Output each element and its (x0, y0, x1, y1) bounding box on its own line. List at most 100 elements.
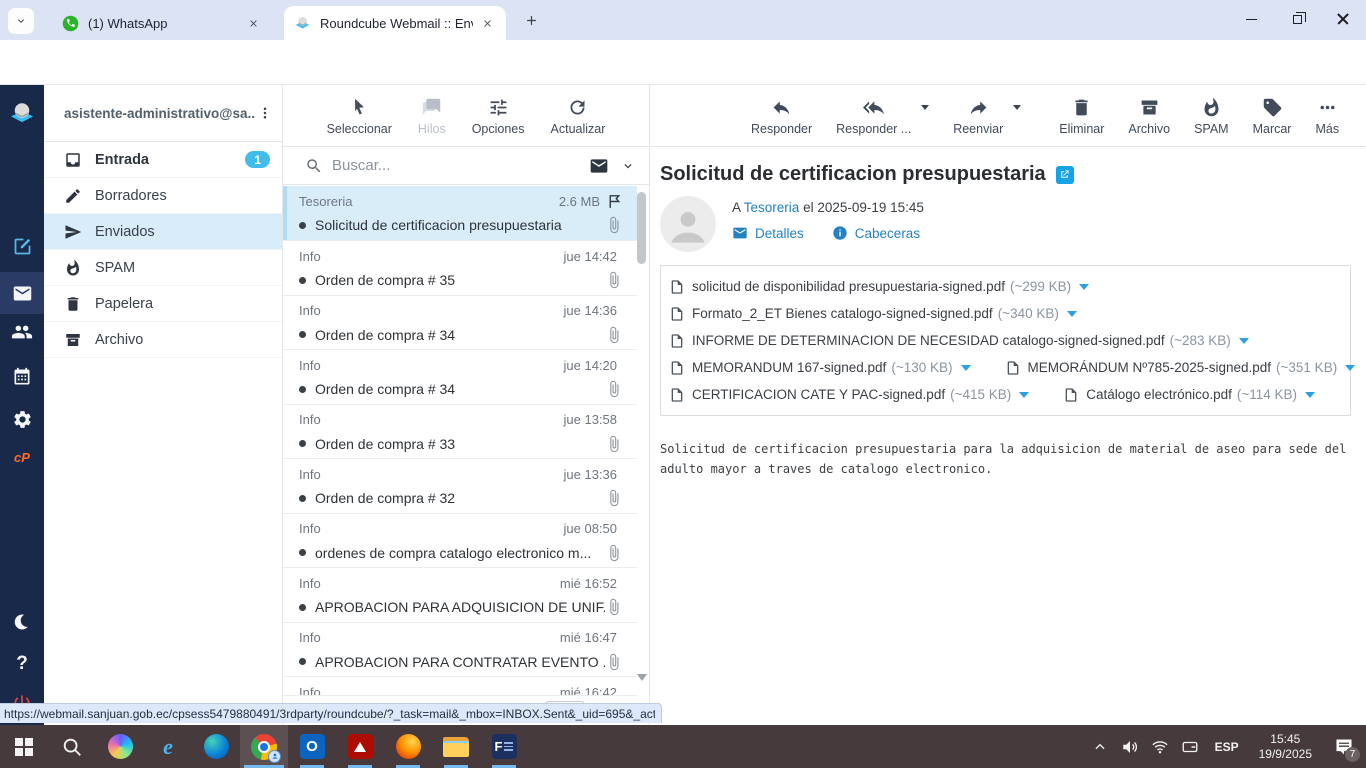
rail-contacts-button[interactable] (0, 311, 44, 353)
message-subject: Solicitud de certificacion presupuestari… (315, 217, 562, 233)
sidebar-item-inbox[interactable]: Entrada 1 (44, 142, 282, 178)
notification-center-button[interactable]: 7 (1322, 725, 1366, 768)
unread-dot (299, 385, 306, 393)
rail-mail-button[interactable] (0, 272, 44, 314)
tab-close-icon[interactable] (479, 15, 496, 32)
attachment-item[interactable]: CERTIFICACION CATE Y PAC-signed.pdf (~41… (669, 387, 1030, 403)
account-menu-icon[interactable] (256, 104, 274, 122)
scrollbar-down-arrow[interactable] (637, 674, 647, 681)
clock[interactable]: 15:45 19/9/2025 (1249, 732, 1322, 762)
folder-label: SPAM (95, 259, 136, 276)
rail-darkmode-button[interactable] (0, 601, 44, 643)
rail-cpanel-button[interactable]: cP (0, 436, 44, 478)
attachment-item[interactable]: INFORME DE DETERMINACION DE NECESIDAD ca… (669, 333, 1249, 349)
rail-settings-button[interactable] (0, 398, 44, 440)
search-input[interactable]: Buscar... (332, 157, 589, 174)
message-list-item[interactable]: Info jue 08:50 ordenes de compra catalog… (283, 514, 637, 568)
flag-icon[interactable] (606, 193, 623, 210)
tab-close-icon[interactable] (245, 15, 262, 32)
archive-button[interactable]: Archivo (1128, 97, 1170, 136)
taskbar-acrobat-button[interactable] (336, 725, 384, 768)
open-in-new-window-button[interactable] (1055, 165, 1074, 184)
window-restore-button[interactable] (1274, 0, 1320, 38)
sidebar-item-trash[interactable]: Papelera (44, 286, 282, 322)
list-scrollbar[interactable] (637, 186, 647, 695)
forward-button[interactable]: Reenviar (953, 97, 1003, 136)
taskbar-copilot-button[interactable] (96, 725, 144, 768)
windows-logo-icon (15, 737, 33, 756)
reply-button[interactable]: Responder (751, 97, 812, 136)
search-options-chevron-icon[interactable] (621, 159, 635, 173)
message-list-item[interactable]: Info jue 13:58 Orden de compra # 33 (283, 405, 637, 459)
tab-whatsapp[interactable]: (1) WhatsApp (52, 6, 272, 40)
display-cast-icon[interactable] (1175, 725, 1205, 768)
refresh-button[interactable]: Actualizar (551, 97, 605, 136)
taskbar-ie-button[interactable]: e (144, 725, 192, 768)
headers-link[interactable]: Cabeceras (855, 226, 920, 241)
details-link[interactable]: Detalles (755, 226, 804, 241)
contacts-icon (11, 325, 33, 339)
new-tab-button[interactable] (521, 10, 542, 31)
sidebar-item-archive[interactable]: Archivo (44, 322, 282, 358)
taskbar-outlook-button[interactable]: O (288, 725, 336, 768)
attachment-menu-icon[interactable] (1019, 391, 1030, 398)
message-list-item[interactable]: Info jue 14:36 Orden de compra # 34 (283, 296, 637, 350)
attachment-menu-icon[interactable] (1238, 337, 1249, 344)
message-list-item[interactable]: Info mié 16:42 (283, 677, 637, 696)
rail-calendar-button[interactable] (0, 356, 44, 398)
rail-compose-button[interactable] (0, 225, 44, 267)
attachment-item[interactable]: MEMORÁNDUM Nº785-2025-signed.pdf (~351 K… (1005, 360, 1356, 376)
recipient-link[interactable]: Tesoreria (744, 200, 800, 215)
threads-button[interactable]: Hilos (418, 97, 446, 136)
forward-caret-icon[interactable] (1013, 105, 1022, 110)
taskbar-edge-button[interactable] (192, 725, 240, 768)
language-indicator[interactable]: ESP (1205, 740, 1249, 754)
attachment-menu-icon[interactable] (1066, 310, 1077, 317)
attachment-menu-icon[interactable] (1079, 283, 1090, 290)
sidebar-item-drafts[interactable]: Borradores (44, 178, 282, 214)
reply-all-button[interactable]: Responder ... (836, 97, 911, 136)
archive-box-icon (66, 333, 80, 346)
sidebar-item-sent[interactable]: Enviados (44, 214, 282, 250)
attachment-item[interactable]: Catálogo electrónico.pdf (~114 KB) (1063, 387, 1316, 403)
attachment-menu-icon[interactable] (1345, 364, 1356, 371)
message-list-item-selected[interactable]: Tesoreria 2.6 MB Solicitud de certificac… (283, 186, 637, 241)
attachment-menu-icon[interactable] (1305, 391, 1316, 398)
volume-icon[interactable] (1115, 725, 1145, 768)
attachment-item[interactable]: MEMORANDUM 167-signed.pdf (~130 KB) (669, 360, 971, 376)
spam-button[interactable]: SPAM (1194, 97, 1229, 136)
attachment-item[interactable]: solicitud de disponibilidad presupuestar… (669, 279, 1090, 295)
reply-all-caret-icon[interactable] (921, 105, 930, 110)
pdf-file-icon (671, 360, 683, 375)
options-button[interactable]: Opciones (472, 97, 525, 136)
select-button[interactable]: Seleccionar (327, 97, 392, 136)
taskbar-search-button[interactable] (48, 725, 96, 768)
search-bar[interactable]: Buscar... (283, 147, 649, 185)
taskbar-firefox-button[interactable] (384, 725, 432, 768)
attachment-menu-icon[interactable] (960, 364, 971, 371)
message-list-item[interactable]: Info jue 14:20 Orden de compra # 34 (283, 350, 637, 405)
message-list-item[interactable]: Info jue 13:36 Orden de compra # 32 (283, 459, 637, 514)
tab-search-button[interactable] (8, 8, 34, 34)
taskbar-explorer-button[interactable] (432, 725, 480, 768)
message-list-item[interactable]: Info mié 16:52 APROBACION PARA ADQUISICI… (283, 568, 637, 623)
scrollbar-thumb[interactable] (637, 192, 646, 264)
folder-label: Papelera (95, 295, 154, 312)
taskbar-app-button[interactable]: F (480, 725, 528, 768)
start-button[interactable] (0, 725, 48, 768)
window-minimize-button[interactable] (1228, 0, 1274, 38)
search-scope-mail-icon[interactable] (589, 156, 609, 176)
sidebar-item-spam[interactable]: SPAM (44, 250, 282, 286)
rail-help-button[interactable]: ? (0, 643, 44, 685)
taskbar-chrome-button[interactable] (240, 725, 288, 768)
more-button[interactable]: Más (1315, 97, 1339, 136)
wifi-icon[interactable] (1145, 725, 1175, 768)
delete-button[interactable]: Eliminar (1059, 97, 1104, 136)
message-list-item[interactable]: Info mié 16:47 APROBACION PARA CONTRATAR… (283, 623, 637, 677)
tab-roundcube-active[interactable]: Roundcube Webmail :: Enviados (284, 6, 506, 40)
tray-expand-chevron-icon[interactable] (1085, 725, 1115, 768)
mark-button[interactable]: Marcar (1253, 97, 1291, 136)
window-close-button[interactable] (1320, 0, 1366, 38)
attachment-item[interactable]: Formato_2_ET Bienes catalogo-signed-sign… (669, 306, 1077, 322)
message-list-item[interactable]: Info jue 14:42 Orden de compra # 35 (283, 241, 637, 296)
